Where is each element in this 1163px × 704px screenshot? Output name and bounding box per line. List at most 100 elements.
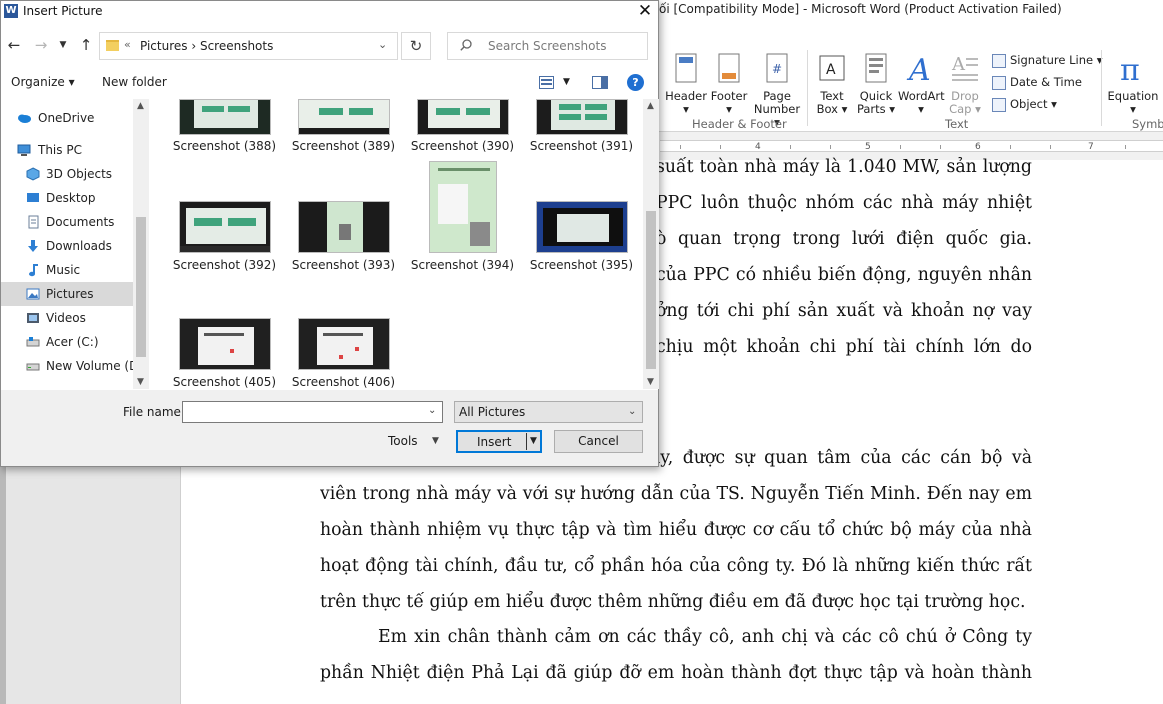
insert-options-icon[interactable]: ▼ [530,436,537,446]
sidebar-item-desktop[interactable]: Desktop [1,186,133,210]
pi-icon: π [1120,53,1140,88]
preview-pane-icon[interactable] [592,76,608,89]
footer-icon [718,53,740,83]
scrollbar-thumb[interactable] [646,211,656,369]
arrow-right-icon: → [34,36,48,54]
quick-parts-button[interactable]: Quick Parts ▾ [854,52,898,116]
scroll-up-icon[interactable]: ▲ [137,101,144,111]
recent-locations-button[interactable]: ▼ [54,33,72,57]
back-button[interactable]: ← [3,33,25,57]
chevron-down-icon[interactable]: ⌄ [428,405,436,416]
close-button[interactable]: ✕ [631,1,659,23]
videos-icon [27,313,39,323]
help-icon[interactable]: ? [627,74,644,91]
scroll-up-icon[interactable]: ▲ [647,101,654,111]
thumbnail [297,201,390,253]
doc-line: ò quan trọng trong lưới điện quốc gia. D… [656,229,1032,249]
sidebar-item-acer-c[interactable]: Acer (C:) [1,330,133,354]
sidebar-item-this-pc[interactable]: This PC [1,138,133,162]
group-label-header-footer: Header & Footer [692,117,787,131]
chevron-down-icon: ▼ [59,40,67,50]
file-tile[interactable]: Screenshot (395) [522,201,641,272]
scroll-down-icon[interactable]: ▼ [137,377,144,387]
forward-button[interactable]: → [30,33,52,57]
arrow-up-icon: ↑ [79,36,93,54]
svg-text:A: A [826,62,836,78]
new-folder-button[interactable]: New folder [102,75,167,89]
file-tile[interactable]: Screenshot (392) [165,201,284,272]
header-button[interactable]: Header ▾ [664,52,708,116]
file-tile[interactable]: Screenshot (388) [165,99,284,153]
sidebar-item-videos[interactable]: Videos [1,306,133,330]
drop-cap-icon: A [951,54,978,81]
doc-line: trên thực tế giúp em hiểu được thêm nhữn… [320,592,1026,612]
insert-label: Insert [477,435,512,449]
scrollbar-thumb[interactable] [136,217,146,357]
text-box-button[interactable]: A Text Box ▾ [812,52,852,116]
dialog-title-bar[interactable]: W Insert Picture ✕ [1,1,658,23]
file-list: Screenshot (388) Screenshot (389) Screen… [149,99,643,389]
group-label-symbols: Symbo [1132,117,1163,131]
navigation-bar: ← → ▼ ↑ « Pictures › Screenshots ⌄ ↻ Sea… [1,31,658,61]
chevron-down-icon[interactable]: ⌄ [378,38,387,51]
object-button[interactable]: Object ▾ [992,95,1057,113]
chevron-down-icon[interactable]: ▼ [432,436,439,446]
dialog-footer: File name: ⌄ All Pictures ⌄ Tools ▼ Inse… [1,390,658,466]
sidebar-item-onedrive[interactable]: OneDrive [1,106,133,130]
footer-button[interactable]: Footer ▾ [708,52,750,116]
file-tile[interactable]: Screenshot (394) [403,161,522,272]
file-tile[interactable]: Screenshot (390) [403,99,522,153]
folder-icon [106,40,119,51]
doc-line: hoàn thành nhiệm vụ thực tập và tìm hiểu… [320,520,1032,540]
file-type-select[interactable]: All Pictures ⌄ [454,401,643,423]
header-icon [675,53,697,83]
svg-text:π: π [1120,53,1140,84]
thumbnail [178,318,271,370]
file-tile[interactable]: Screenshot (391) [522,99,641,153]
file-tile[interactable]: Screenshot (389) [284,99,403,153]
sidebar-item-3d-objects[interactable]: 3D Objects [1,162,133,186]
drive-icon [26,363,40,371]
search-input[interactable]: Search Screenshots [447,32,648,60]
view-options-icon[interactable] [539,76,554,89]
file-tile[interactable]: Screenshot (406) [284,318,403,389]
tools-button[interactable]: Tools [388,434,418,448]
refresh-button[interactable]: ↻ [401,32,431,60]
breadcrumb[interactable]: Pictures › Screenshots [140,39,273,53]
file-list-scrollbar[interactable]: ▲ ▼ [643,99,659,389]
equation-button[interactable]: π Equation ▾ [1106,52,1160,116]
insert-button[interactable]: Insert ▼ [456,430,542,453]
cancel-button[interactable]: Cancel [554,430,643,453]
signature-line-button[interactable]: Signature Line ▾ [992,51,1103,69]
doc-line: ởng tới chi phí sản xuất và khoản nợ vay… [656,301,1032,321]
scroll-down-icon[interactable]: ▼ [647,377,654,387]
date-time-button[interactable]: Date & Time [992,73,1082,91]
drop-cap-button[interactable]: A Drop Cap ▾ [944,52,986,116]
sidebar-scrollbar[interactable]: ▲ ▼ [133,99,149,389]
up-button[interactable]: ↑ [75,33,97,57]
doc-line: áy, được sự quan tâm của các cán bộ và n… [650,448,1032,468]
doc-line: suất toàn nhà máy là 1.040 MW, sản lượng [656,157,1032,177]
wordart-button[interactable]: A WordArt ▾ [898,52,945,116]
sidebar-item-documents[interactable]: Documents [1,210,133,234]
pictures-icon [26,288,40,300]
file-tile[interactable]: Screenshot (405) [165,318,284,389]
breadcrumb-overflow-icon: « [124,38,131,51]
sidebar-item-music[interactable]: Music [1,258,133,282]
sidebar-item-new-volume-d[interactable]: New Volume (D: [1,354,142,378]
file-tile[interactable]: Screenshot (393) [284,201,403,272]
file-type-value: All Pictures [459,405,526,419]
refresh-icon: ↻ [409,37,423,55]
file-name-input[interactable]: ⌄ [182,401,443,423]
address-bar[interactable]: « Pictures › Screenshots ⌄ [99,32,398,60]
search-icon [460,39,472,51]
sidebar-item-downloads[interactable]: Downloads [1,234,133,258]
quick-parts-icon [865,53,887,83]
arrow-left-icon: ← [7,36,21,54]
dialog-title: Insert Picture [23,4,103,18]
chevron-down-icon[interactable]: ▼ [563,77,570,87]
thumbnail [178,201,271,253]
organize-button[interactable]: Organize ▾ [11,75,75,89]
signature-line-icon [992,53,1006,68]
sidebar-item-pictures[interactable]: Pictures [1,282,133,306]
